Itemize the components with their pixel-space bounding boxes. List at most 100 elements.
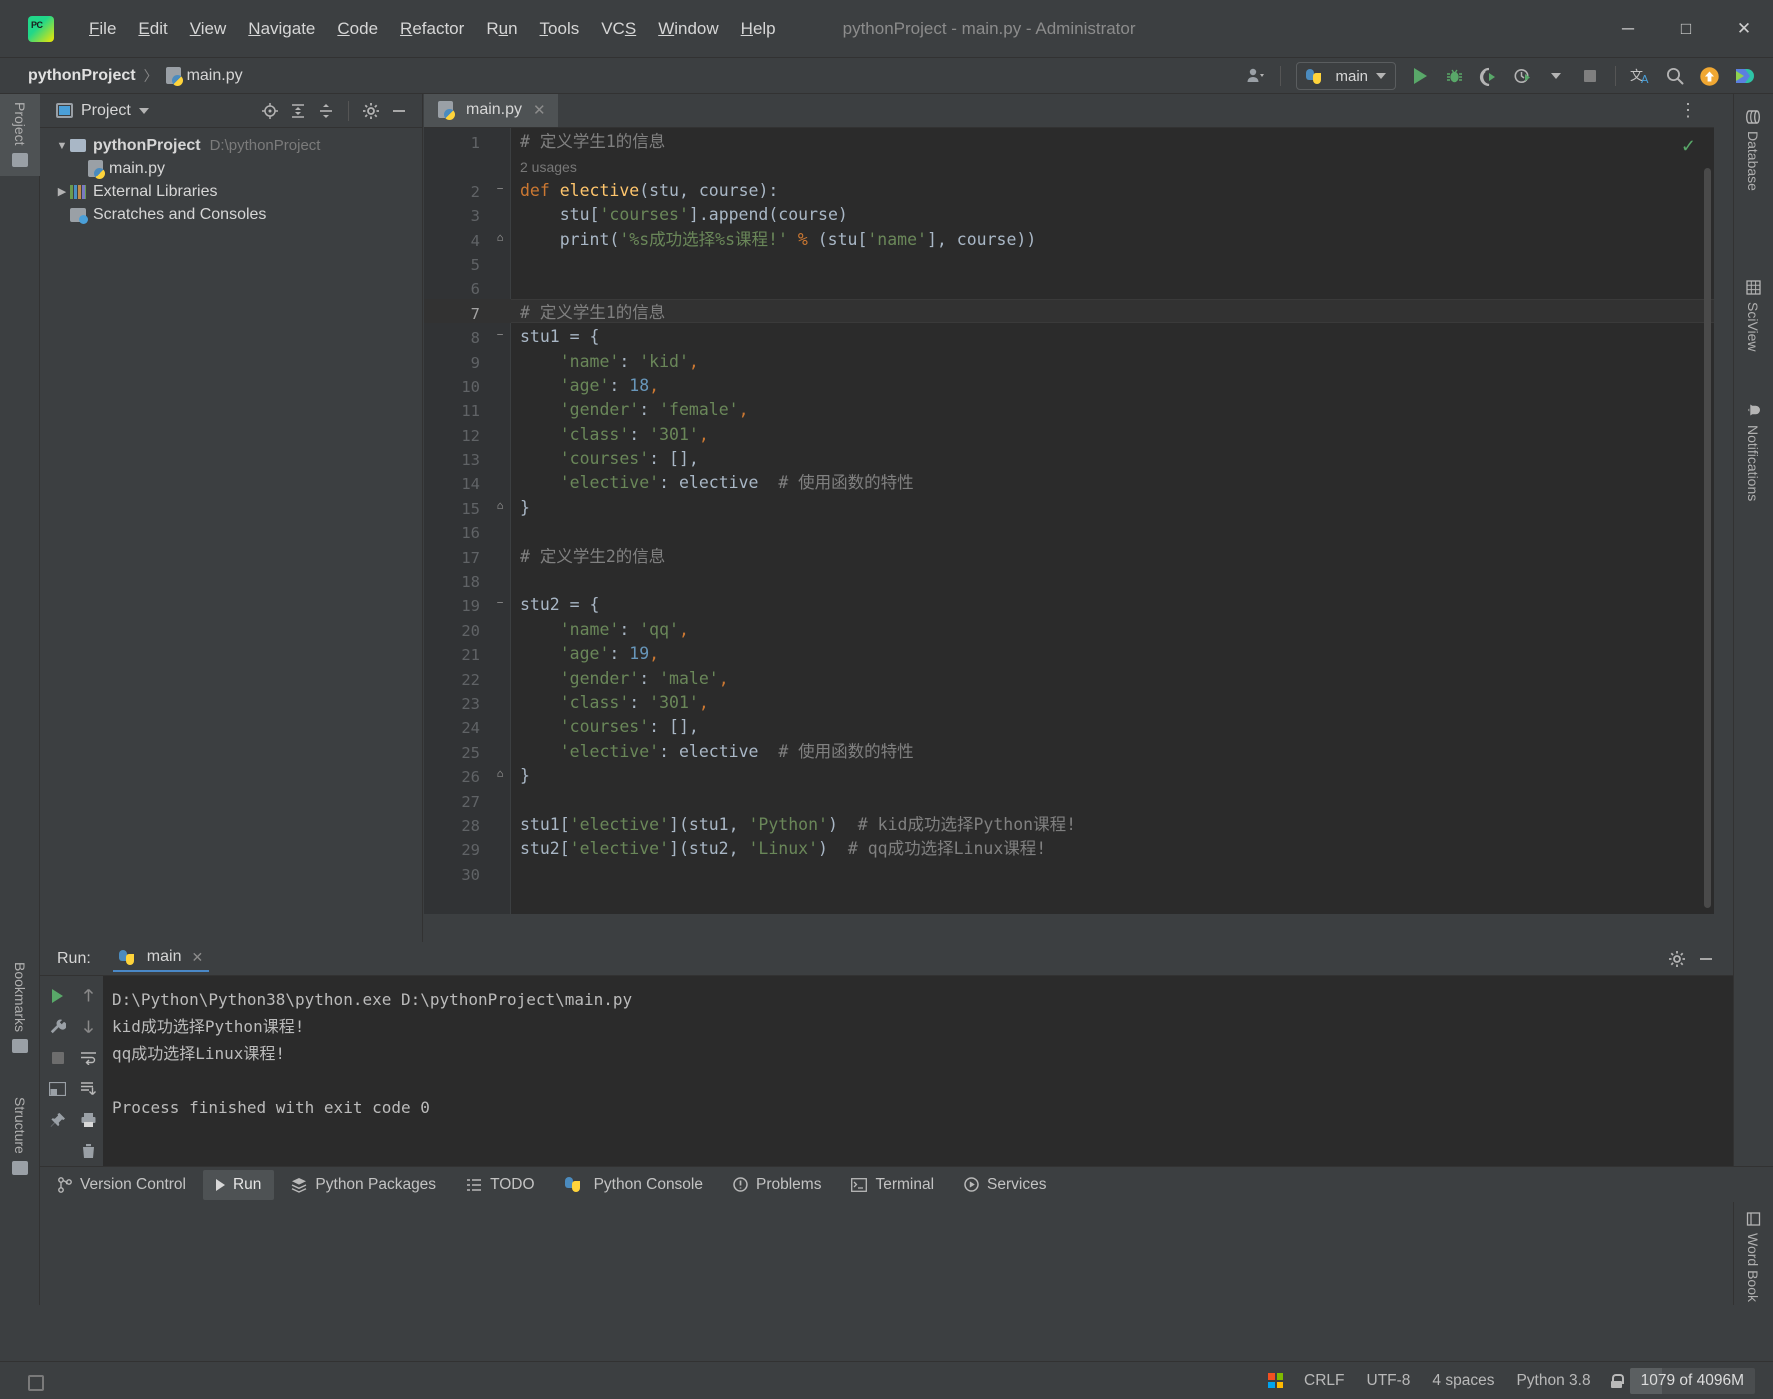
code-line[interactable]: 18	[424, 567, 1714, 591]
close-icon[interactable]: ✕	[533, 101, 546, 119]
code-line[interactable]: 9 'name': 'kid',	[424, 348, 1714, 372]
search-icon[interactable]	[1659, 61, 1691, 91]
menu-view[interactable]: View	[179, 15, 238, 43]
code-line[interactable]: 10 'age': 18,	[424, 372, 1714, 396]
tree-item-external-libraries[interactable]: ▶ External Libraries	[40, 180, 422, 203]
code-line[interactable]: 8− stu1 = {	[424, 323, 1714, 347]
bottom-tab-version-control[interactable]: Version Control	[44, 1170, 199, 1200]
expand-all-icon[interactable]	[285, 98, 311, 124]
scroll-down-button[interactable]	[74, 1011, 104, 1042]
profile-button[interactable]	[1506, 61, 1538, 91]
tree-item-main-py[interactable]: main.py	[40, 157, 422, 180]
maximize-button[interactable]: □	[1657, 0, 1715, 58]
bottom-tab-run[interactable]: Run	[202, 1169, 275, 1200]
menu-code[interactable]: Code	[326, 15, 389, 43]
print-icon[interactable]	[74, 1104, 104, 1135]
settings-gear-icon[interactable]	[1664, 946, 1690, 972]
sidebar-item-sciview[interactable]: SciView	[1733, 272, 1773, 377]
code-line[interactable]: 29 stu2['elective'](stu2, 'Linux') # qq成功…	[424, 835, 1714, 859]
chevron-down-icon[interactable]	[1540, 61, 1572, 91]
bottom-tab-services[interactable]: Services	[951, 1170, 1059, 1200]
code-line[interactable]: 6	[424, 274, 1714, 298]
bottom-tab-python-packages[interactable]: Python Packages	[278, 1170, 449, 1200]
sidebar-item-database[interactable]: Database	[1733, 102, 1773, 227]
code-line[interactable]: 16	[424, 518, 1714, 542]
clear-all-button[interactable]	[74, 1073, 104, 1104]
interpreter-widget[interactable]: Python 3.8	[1505, 1368, 1601, 1394]
translate-icon[interactable]: 文A	[1625, 61, 1657, 91]
account-icon[interactable]	[1239, 61, 1271, 91]
pin-icon[interactable]	[43, 1104, 73, 1135]
fold-marker-icon[interactable]: −	[494, 329, 506, 341]
indent-widget[interactable]: 4 spaces	[1421, 1368, 1505, 1394]
code-line[interactable]: 23 'class': '301',	[424, 689, 1714, 713]
code-line[interactable]: 22 'gender': 'male',	[424, 665, 1714, 689]
encoding-widget[interactable]: UTF-8	[1356, 1368, 1422, 1394]
run-button[interactable]	[1404, 61, 1436, 91]
hide-panel-icon[interactable]	[1693, 946, 1719, 972]
locate-icon[interactable]	[257, 98, 283, 124]
fold-marker-icon[interactable]: ⌂	[494, 499, 506, 512]
code-line[interactable]: 2− def elective(stu, course):	[424, 177, 1714, 201]
breadcrumb-project[interactable]: pythonProject	[28, 67, 136, 85]
code-line[interactable]: 20 'name': 'qq',	[424, 616, 1714, 640]
chevron-down-icon[interactable]	[131, 98, 157, 124]
minimize-button[interactable]: ─	[1599, 0, 1657, 58]
menu-run[interactable]: Run	[475, 15, 528, 43]
code-line[interactable]: 14 'elective': elective # 使用函数的特性	[424, 469, 1714, 493]
sidebar-item-structure[interactable]: Structure	[0, 1089, 40, 1189]
layout-icon[interactable]	[43, 1073, 73, 1104]
scroll-up-button[interactable]	[74, 980, 104, 1011]
menu-file[interactable]: File	[78, 15, 127, 43]
code-line[interactable]: 15 ⌂}	[424, 494, 1714, 518]
sidebar-item-bookmarks[interactable]: Bookmarks	[0, 954, 40, 1064]
debug-button[interactable]	[1438, 61, 1470, 91]
stop-button[interactable]	[43, 1042, 73, 1073]
menu-window[interactable]: Window	[647, 15, 729, 43]
more-options-icon[interactable]: ⋮	[1673, 100, 1704, 121]
close-button[interactable]: ✕	[1715, 0, 1773, 58]
code-line[interactable]: 26 ⌂}	[424, 762, 1714, 786]
fold-marker-icon[interactable]: ⌂	[494, 768, 506, 780]
editor-scrollbar[interactable]	[1704, 168, 1711, 908]
menu-edit[interactable]: Edit	[127, 15, 178, 43]
code-line[interactable]: 1 # 定义学生1的信息	[424, 128, 1714, 152]
bottom-tab-todo[interactable]: TODO	[453, 1170, 548, 1200]
bottom-tab-terminal[interactable]: Terminal	[838, 1170, 947, 1200]
unlocked-icon[interactable]	[1610, 1373, 1624, 1388]
fold-marker-icon[interactable]: −	[494, 182, 506, 195]
code-line[interactable]: 13 'courses': [],	[424, 445, 1714, 469]
code-line[interactable]: 11 'gender': 'female',	[424, 396, 1714, 420]
wrench-icon[interactable]	[43, 1011, 73, 1042]
run-tab-main[interactable]: main ✕	[112, 945, 210, 972]
run-configuration-selector[interactable]: main	[1296, 62, 1396, 90]
code-line[interactable]: 3 stu['courses'].append(course)	[424, 201, 1714, 225]
bottom-tab-python-console[interactable]: Python Console	[552, 1170, 716, 1200]
chevron-down-icon[interactable]: ▼	[54, 140, 70, 152]
tab-main-py[interactable]: main.py ✕	[424, 94, 558, 127]
rerun-button[interactable]	[43, 980, 73, 1011]
breadcrumb-file[interactable]: main.py	[187, 67, 243, 85]
hide-panel-icon[interactable]	[386, 98, 412, 124]
code-line[interactable]: 17 # 定义学生2的信息	[424, 543, 1714, 567]
menu-help[interactable]: Help	[730, 15, 787, 43]
sidebar-item-project[interactable]: Project	[0, 94, 40, 176]
menu-tools[interactable]: Tools	[529, 15, 591, 43]
tree-item-pythonProject[interactable]: ▼ pythonProject D:\pythonProject	[40, 134, 422, 157]
code-line[interactable]: 30	[424, 860, 1714, 884]
bottom-tab-problems[interactable]: Problems	[720, 1170, 834, 1200]
sidebar-item-word-book[interactable]: Word Book	[1733, 1204, 1773, 1319]
widget-placeholder-icon[interactable]	[28, 1375, 44, 1391]
collapse-all-icon[interactable]	[313, 98, 339, 124]
close-icon[interactable]: ✕	[191, 949, 203, 966]
code-line[interactable]: 25 'elective': elective # 使用函数的特性	[424, 738, 1714, 762]
sidebar-item-notifications[interactable]: Notifications	[1733, 394, 1773, 554]
code-line[interactable]: 4 ⌂ print('%s成功选择%s课程!' % (stu['name'], c…	[424, 226, 1714, 250]
menu-refactor[interactable]: Refactor	[389, 15, 475, 43]
code-line[interactable]: 5	[424, 250, 1714, 274]
run-with-coverage-button[interactable]	[1472, 61, 1504, 91]
code-line[interactable]: 27	[424, 787, 1714, 811]
delete-icon[interactable]	[74, 1135, 104, 1166]
update-badge-icon[interactable]	[1693, 61, 1725, 91]
menu-vcs[interactable]: VCS	[590, 15, 647, 43]
